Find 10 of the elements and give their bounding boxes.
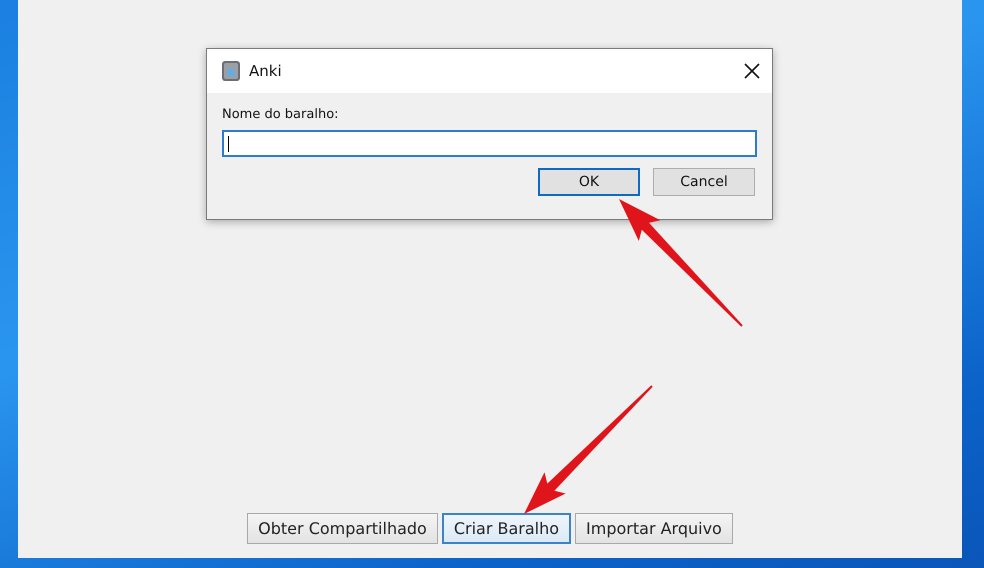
dialog-title: Anki bbox=[249, 62, 283, 80]
close-icon[interactable] bbox=[742, 61, 762, 81]
field-label: Nome do baralho: bbox=[222, 107, 340, 122]
app-icon bbox=[221, 60, 241, 82]
cancel-button[interactable]: Cancel bbox=[653, 168, 755, 196]
input-field[interactable] bbox=[222, 130, 757, 157]
import-file-button[interactable]: Importar Arquivo bbox=[575, 513, 733, 544]
create-deck-button[interactable]: Criar Baralho bbox=[442, 513, 572, 544]
shared-deck-button[interactable]: Obter Compartilhado bbox=[247, 513, 438, 544]
ok-button[interactable]: OK bbox=[538, 168, 640, 196]
